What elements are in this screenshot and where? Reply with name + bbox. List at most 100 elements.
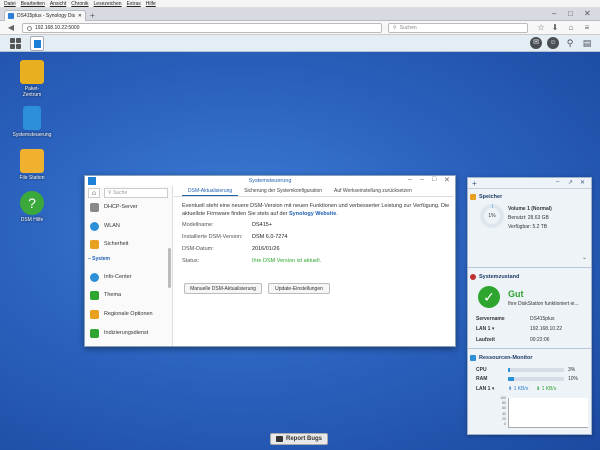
- menu-bookmarks[interactable]: Lesezeichen: [94, 1, 122, 7]
- manual-dsm-update-button[interactable]: Manuelle DSM-Aktualisierung: [184, 283, 262, 294]
- monitor-widget-header: Ressourcen-Monitor: [470, 353, 590, 363]
- check-icon: ✓: [478, 286, 500, 308]
- storage-title: Speicher: [479, 194, 503, 200]
- bookmark-star-icon[interactable]: ☆: [536, 23, 546, 33]
- monitor-title: Ressourcen-Monitor: [479, 355, 533, 361]
- free-value: 5.2 TB: [532, 224, 548, 230]
- sidebar-item-dhcp-server[interactable]: DHCP-Server: [88, 200, 168, 214]
- window-pin-button[interactable]: –: [408, 176, 412, 183]
- field-status: Status: Ihre DSM Version ist aktuell.: [182, 258, 442, 269]
- tab-factory-reset[interactable]: Auf Werkseinstellung zurücksetzen: [328, 186, 418, 196]
- health-row-value: 192.168.10.22: [530, 326, 562, 332]
- widget-pin-icon[interactable]: ↗: [568, 179, 573, 186]
- menu-history[interactable]: Chronik: [71, 1, 88, 7]
- cpu-label: CPU: [476, 367, 487, 373]
- close-window-button[interactable]: ✕: [584, 9, 591, 18]
- network-graph: [508, 398, 588, 428]
- dhcp-icon: [90, 202, 99, 212]
- menu-file[interactable]: Datei: [4, 1, 16, 7]
- health-row-label[interactable]: LAN 1 ▾: [476, 326, 494, 332]
- home-icon[interactable]: ⌂: [566, 23, 576, 33]
- tab-config-backup[interactable]: Sicherung der Systemkonfiguration: [238, 186, 328, 196]
- add-widget-icon[interactable]: +: [472, 179, 477, 188]
- sidebar-item-info-center[interactable]: Info-Center: [88, 270, 168, 284]
- window-close-button[interactable]: ✕: [444, 176, 450, 184]
- health-row-value: DS415plus: [530, 316, 555, 322]
- report-bugs-button[interactable]: Report Bugs: [270, 433, 328, 445]
- info-icon: [90, 272, 99, 282]
- menu-view[interactable]: Ansicht: [50, 1, 66, 7]
- sidebar-section-system[interactable]: – System: [88, 256, 168, 262]
- report-bugs-label: Report Bugs: [286, 436, 322, 442]
- main-menu-icon[interactable]: [10, 38, 22, 49]
- sidebar-item-theme[interactable]: Thema: [88, 288, 168, 302]
- widget-minimize-icon[interactable]: –: [556, 179, 559, 185]
- search-icon[interactable]: ⚲: [564, 37, 576, 49]
- sidebar-item-regional-options[interactable]: Regionale Optionen: [88, 307, 168, 321]
- site-info-icon[interactable]: [27, 25, 32, 31]
- browser-menu-icon[interactable]: ≡: [582, 23, 592, 33]
- back-icon[interactable]: ◀: [6, 23, 16, 33]
- used-row: Benutzt: 28.63 GB: [508, 215, 549, 221]
- sidebar-item-security[interactable]: Sicherheit: [88, 237, 168, 251]
- health-title: Systemzustand: [479, 274, 520, 280]
- desktop-icon-label: Systemsteuerung: [12, 132, 52, 138]
- notifications-icon[interactable]: ✉: [530, 37, 542, 49]
- url-bar[interactable]: 192.168.10.22:5000: [22, 23, 382, 33]
- health-widget-header: Systemzustand: [470, 272, 590, 282]
- sidebar-item-label: Regionale Optionen: [104, 311, 153, 317]
- window-maximize-button[interactable]: □: [432, 176, 436, 183]
- tab-dsm-update[interactable]: DSM-Aktualisierung: [182, 186, 239, 196]
- widget-divider: [468, 267, 591, 268]
- sidebar-item-wlan[interactable]: WLAN: [88, 219, 168, 233]
- menu-help[interactable]: Hilfe: [146, 1, 156, 7]
- synology-website-link[interactable]: Synology Website: [289, 211, 336, 217]
- indexing-icon: [90, 328, 99, 338]
- sidebar-item-label: DHCP-Server: [104, 204, 138, 210]
- widgets-toggle-icon[interactable]: ▤: [581, 37, 593, 49]
- field-value: 2016/01/26: [252, 246, 280, 252]
- home-button[interactable]: ⌂: [88, 188, 100, 198]
- minimize-button[interactable]: –: [552, 9, 556, 18]
- health-message: Ihre DiskStation funktioniert ei...: [508, 301, 579, 307]
- menu-tools[interactable]: Extras: [127, 1, 141, 7]
- graph-tick: 0: [504, 422, 506, 427]
- desktop-icon-package-center[interactable]: Paket- Zentrum: [2, 60, 62, 98]
- search-bar[interactable]: ⚲ Suchen: [388, 23, 528, 33]
- used-label: Benutzt:: [508, 215, 527, 221]
- chevron-down-icon[interactable]: ⌄: [582, 254, 587, 261]
- menu-edit[interactable]: Bearbeiten: [21, 1, 45, 7]
- desktop-icon-label: File Station: [19, 175, 45, 181]
- desktop-icon-control-panel[interactable]: Systemsteuerung: [2, 106, 62, 138]
- health-icon: [470, 274, 476, 280]
- desktop-icon-label: Paket- Zentrum: [22, 86, 42, 98]
- downloads-icon[interactable]: ⬇: [550, 23, 560, 33]
- new-tab-button[interactable]: +: [90, 11, 95, 20]
- health-row-label: Laufzeit: [476, 337, 495, 343]
- control-panel-taskbar-icon[interactable]: [30, 36, 44, 51]
- report-bugs-icon: [276, 436, 283, 442]
- field-model: Modellname: DS415+: [182, 222, 442, 233]
- user-icon[interactable]: ☺: [547, 37, 559, 49]
- graph-axis: 100 80 60 40 20 0: [494, 396, 506, 427]
- health-status: Gut: [508, 289, 524, 299]
- browser-tab[interactable]: DS415plus - Synology Disk... ✕: [4, 10, 86, 21]
- desktop-icon-file-station[interactable]: File Station: [2, 149, 62, 181]
- maximize-button[interactable]: □: [568, 9, 573, 18]
- cpu-bar-fill: [508, 368, 510, 372]
- sidebar-scrollbar[interactable]: [168, 248, 171, 288]
- close-tab-icon[interactable]: ✕: [78, 13, 82, 19]
- update-settings-button[interactable]: Update-Einstellungen: [268, 283, 330, 294]
- field-label: DSM-Datum:: [182, 246, 214, 252]
- search-placeholder: Suchen: [399, 25, 417, 31]
- widget-close-icon[interactable]: ✕: [580, 179, 585, 186]
- field-label: Installierte DSM-Version:: [182, 234, 243, 240]
- sidebar-item-indexing-service[interactable]: Indizierungsdienst: [88, 326, 168, 340]
- search-icon: ⚲: [393, 25, 397, 31]
- lan-selector[interactable]: LAN 1 ▾: [476, 386, 494, 392]
- url-text: 192.168.10.22:5000: [35, 25, 80, 31]
- sidebar-search-input[interactable]: ⚲ Suche: [104, 188, 168, 198]
- synology-favicon-icon: [8, 13, 14, 19]
- desktop-icon-dsm-help[interactable]: ? DSM Hilfe: [2, 191, 62, 223]
- window-minimize-button[interactable]: –: [420, 176, 424, 183]
